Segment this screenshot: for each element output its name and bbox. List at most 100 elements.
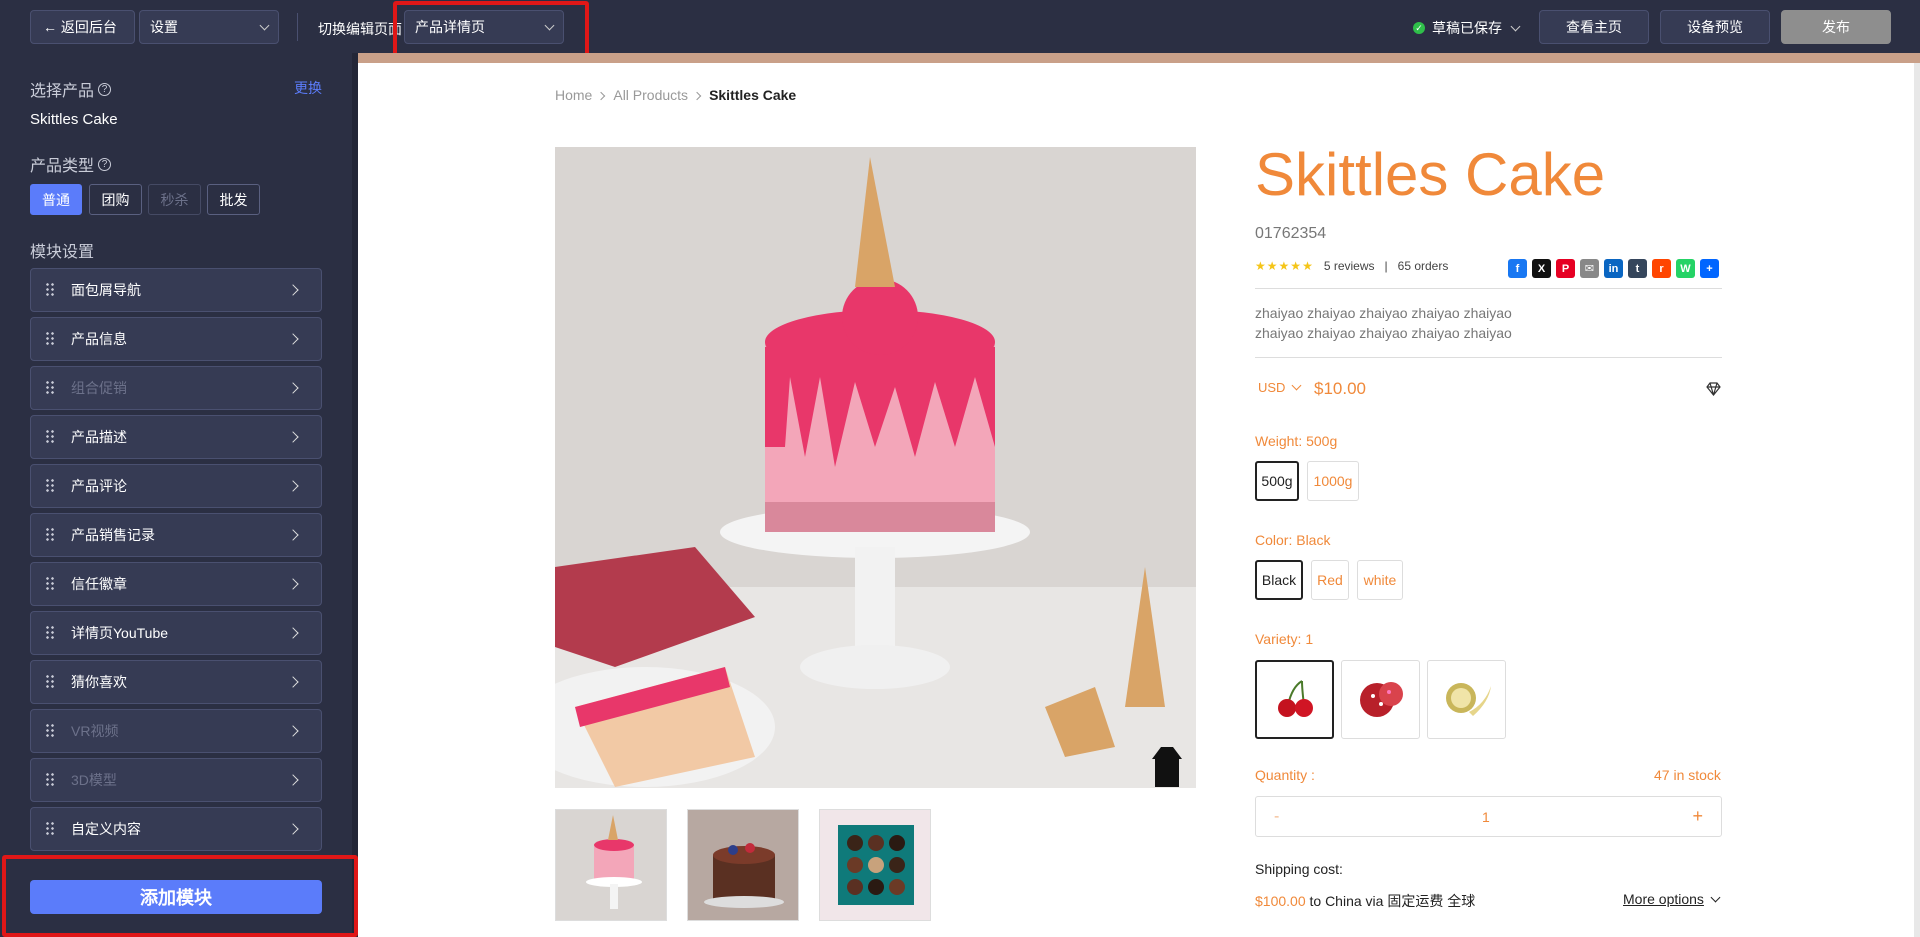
module-item[interactable]: 3D模型 [30, 758, 322, 802]
save-status[interactable]: ✓ 草稿已保存 [1413, 18, 1521, 38]
type-tab-group[interactable]: 团购 [89, 184, 142, 215]
module-item[interactable]: 组合促销 [30, 366, 322, 410]
drag-handle-icon[interactable] [45, 772, 55, 788]
quantity-plus-button[interactable]: + [1692, 806, 1703, 827]
variety-option[interactable] [1255, 660, 1334, 739]
view-home-button[interactable]: 查看主页 [1539, 10, 1649, 44]
drag-handle-icon[interactable] [45, 674, 55, 690]
drag-handle-icon[interactable] [45, 527, 55, 543]
variety-label: Variety: 1 [1255, 631, 1314, 647]
thumbnail-image [820, 810, 930, 920]
reddit-share-icon[interactable]: r [1652, 259, 1671, 278]
chevron-right-icon [287, 431, 299, 443]
color-option[interactable]: white [1357, 560, 1403, 600]
type-tab-wholesale[interactable]: 批发 [207, 184, 260, 215]
drag-handle-icon[interactable] [45, 331, 55, 347]
module-name: 产品评论 [71, 478, 127, 494]
settings-label: 设置 [150, 19, 178, 35]
module-item[interactable]: VR视频 [30, 709, 322, 753]
back-button[interactable]: ← 返回后台 [30, 10, 135, 44]
quantity-value[interactable]: 1 [1482, 809, 1490, 825]
linkedin-share-icon[interactable]: in [1604, 259, 1623, 278]
product-main-image[interactable] [555, 147, 1196, 788]
chevron-right-icon [287, 774, 299, 786]
module-item[interactable]: 猜你喜欢 [30, 660, 322, 704]
module-item[interactable]: 自定义内容 [30, 807, 322, 851]
shipping-label: Shipping cost: [1255, 861, 1343, 877]
summary-line: zhaiyao zhaiyao zhaiyao zhaiyao zhaiyao [1255, 305, 1512, 321]
chevron-right-icon [287, 627, 299, 639]
module-name: 产品销售记录 [71, 527, 155, 543]
drag-handle-icon[interactable] [45, 723, 55, 739]
module-item[interactable]: 详情页YouTube [30, 611, 322, 655]
device-preview-button[interactable]: 设备预览 [1660, 10, 1770, 44]
change-product-link[interactable]: 更换 [294, 78, 322, 98]
tumblr-share-icon[interactable]: t [1628, 259, 1647, 278]
currency-value: USD [1258, 380, 1286, 395]
email-share-icon[interactable]: ✉ [1580, 259, 1599, 278]
drag-handle-icon[interactable] [45, 625, 55, 641]
drag-handle-icon[interactable] [45, 429, 55, 445]
help-icon[interactable]: ? [98, 83, 112, 96]
rating-divider: | [1384, 259, 1388, 273]
thumbnail[interactable] [819, 809, 931, 921]
save-status-label: 草稿已保存 [1432, 20, 1502, 36]
module-item[interactable]: 产品信息 [30, 317, 322, 361]
pinterest-share-icon[interactable]: P [1556, 259, 1575, 278]
quantity-minus-button[interactable]: - [1274, 808, 1279, 826]
thumbnail-image [688, 810, 798, 920]
more-options-link[interactable]: More options [1623, 891, 1721, 907]
thumbnail[interactable] [687, 809, 799, 921]
chevron-down-icon [544, 20, 555, 30]
module-item[interactable]: 产品描述 [30, 415, 322, 459]
type-tab-flash[interactable]: 秒杀 [148, 184, 201, 215]
breadcrumb-all-products[interactable]: All Products [613, 87, 688, 103]
settings-select[interactable]: 设置 [139, 10, 279, 44]
stock-status: 47 in stock [1654, 767, 1721, 783]
weight-option[interactable]: 1000g [1307, 461, 1359, 501]
publish-label: 发布 [1822, 19, 1850, 35]
diamond-icon[interactable] [1706, 382, 1721, 396]
module-item[interactable]: 产品销售记录 [30, 513, 322, 557]
star-icon: ★ [1290, 259, 1302, 273]
chevron-right-icon [287, 333, 299, 345]
more-share-icon[interactable]: + [1700, 259, 1719, 278]
facebook-share-icon[interactable]: f [1508, 259, 1527, 278]
star-icon: ★ [1266, 259, 1278, 273]
module-item[interactable]: 信任徽章 [30, 562, 322, 606]
chevron-right-icon [287, 382, 299, 394]
help-icon[interactable]: ? [98, 158, 112, 171]
variety-option[interactable] [1427, 660, 1506, 739]
module-item[interactable]: 产品评论 [30, 464, 322, 508]
canvas-scrollbar[interactable] [1914, 63, 1920, 937]
drag-handle-icon[interactable] [45, 821, 55, 837]
publish-button[interactable]: 发布 [1781, 10, 1891, 44]
currency-select[interactable]: USD [1258, 380, 1302, 395]
quantity-stepper[interactable]: - 1 + [1255, 796, 1722, 837]
module-settings-label: 模块设置 [30, 244, 95, 261]
module-item[interactable]: 面包屑导航 [30, 268, 322, 312]
chevron-right-icon [692, 91, 702, 101]
drag-handle-icon[interactable] [45, 478, 55, 494]
module-name: 产品信息 [71, 331, 127, 347]
review-count[interactable]: 5 reviews [1324, 259, 1375, 273]
whatsapp-share-icon[interactable]: W [1676, 259, 1695, 278]
star-icon: ★ [1255, 259, 1266, 273]
drag-handle-icon[interactable] [45, 380, 55, 396]
module-name: 猜你喜欢 [71, 674, 127, 690]
drag-handle-icon[interactable] [45, 576, 55, 592]
drag-handle-icon[interactable] [45, 282, 55, 298]
weight-option[interactable]: 500g [1255, 461, 1299, 501]
color-option[interactable]: Red [1311, 560, 1349, 600]
breadcrumb-home[interactable]: Home [555, 87, 592, 103]
module-name: 信任徽章 [71, 576, 127, 592]
x-share-icon[interactable]: X [1532, 259, 1551, 278]
product-sku: 01762354 [1255, 225, 1327, 242]
add-module-button[interactable]: 添加模块 [30, 880, 322, 914]
type-tab-normal[interactable]: 普通 [30, 184, 82, 215]
star-icon: ★ [1278, 259, 1290, 273]
color-option[interactable]: Black [1255, 560, 1303, 600]
page-select[interactable]: 产品详情页 [404, 10, 564, 44]
variety-option[interactable] [1341, 660, 1420, 739]
thumbnail[interactable] [555, 809, 667, 921]
